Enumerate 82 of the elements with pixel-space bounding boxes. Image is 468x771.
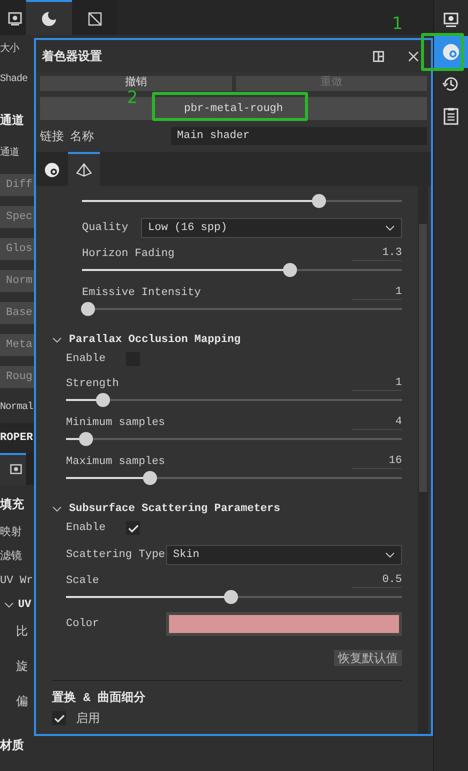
checkbox-label: 启用 [76, 710, 100, 726]
name-field[interactable]: Main shader [171, 127, 427, 145]
property-label: 映射 [0, 525, 22, 541]
panel-tab[interactable] [0, 453, 26, 485]
field-label: Minimum samples [66, 417, 166, 429]
field-label: Strength [66, 378, 119, 390]
slider[interactable] [66, 393, 402, 407]
value-field[interactable]: 1 [352, 377, 402, 391]
value-field[interactable]: 4 [352, 416, 402, 430]
monitor-gear-icon [10, 463, 22, 477]
crop-icon [87, 10, 103, 26]
clipboard-icon [443, 107, 459, 125]
field-label: Enable [66, 522, 107, 534]
value-field[interactable]: 1 [352, 286, 402, 300]
section-title: 置换 & 曲面细分 [52, 690, 147, 707]
dropdown[interactable]: Low (16 spp) [141, 218, 402, 238]
property-label: 偏 [15, 694, 28, 711]
pyramid-icon [76, 163, 92, 177]
field-label: Horizon Fading [82, 248, 174, 260]
checkbox[interactable] [126, 521, 140, 535]
close-icon[interactable] [408, 50, 419, 62]
property-label: Shade [0, 72, 28, 87]
chevron-down-icon [385, 225, 395, 231]
property-label: 滤镜 [0, 549, 22, 565]
checkmark-icon [128, 524, 138, 532]
property-label: 大小 [0, 42, 19, 57]
slider[interactable] [82, 302, 402, 316]
field-label: Scattering Type [66, 549, 166, 561]
field-label: 链接 [40, 128, 64, 144]
sphere-gear-icon [442, 43, 460, 61]
slider-thumb[interactable] [96, 393, 110, 407]
dialog-tab[interactable] [68, 152, 100, 186]
property-label: UV Wr [0, 574, 34, 589]
field-label: Enable [66, 353, 107, 365]
history-button[interactable]: 撤销 [40, 76, 232, 91]
slider-thumb[interactable] [312, 194, 326, 208]
moon-icon [41, 10, 57, 26]
value-field[interactable]: 16 [352, 455, 402, 469]
property-label: 旋 [15, 659, 28, 676]
slider[interactable] [66, 432, 402, 446]
split-panel-icon[interactable] [373, 50, 384, 62]
slider[interactable] [82, 194, 402, 208]
history-icon [442, 75, 460, 93]
slider-thumb[interactable] [81, 302, 96, 316]
monitor-gear-icon [8, 10, 22, 26]
field-label: Maximum samples [66, 456, 166, 468]
slider[interactable] [66, 471, 402, 485]
chevron-icon[interactable] [52, 337, 62, 343]
restore-defaults-button[interactable]: 恢复默认值 [334, 650, 402, 666]
annotation-number: 1 [392, 14, 403, 34]
property-label: Normal [0, 400, 34, 415]
slider-thumb[interactable] [143, 471, 157, 485]
checkmark-icon [54, 714, 64, 722]
slider-thumb[interactable] [224, 590, 238, 604]
slider[interactable] [82, 263, 402, 277]
value-field[interactable]: 1.3 [352, 247, 402, 261]
section-title: Parallax Occlusion Mapping [69, 334, 241, 346]
property-label: 比 [15, 624, 28, 641]
section-title: Subsurface Scattering Parameters [69, 503, 280, 515]
chevron-down-icon [385, 552, 395, 558]
field-label: Scale [66, 575, 100, 587]
slider[interactable] [66, 590, 402, 604]
field-label: Quality [82, 222, 130, 234]
chevron-down-icon [4, 602, 14, 608]
chevron-icon[interactable] [52, 506, 62, 512]
dialog-title: 着色器设置 [42, 48, 103, 64]
monitor-gear-icon [443, 12, 459, 28]
slider-thumb[interactable] [283, 263, 297, 277]
section-heading: 通道 [0, 112, 24, 130]
property-label: 通道 [0, 146, 19, 161]
section-heading: UV [18, 599, 32, 611]
field-label: Color [66, 618, 100, 630]
value-field[interactable]: 0.5 [352, 574, 402, 588]
field-label: 名称 [70, 128, 94, 144]
dropdown[interactable]: Skin [166, 545, 402, 565]
scrollbar[interactable] [418, 186, 428, 734]
sphere-gear-icon [44, 162, 60, 178]
checkbox[interactable] [52, 711, 66, 725]
panel-tab[interactable] [26, 0, 72, 35]
slider-thumb[interactable] [79, 432, 94, 446]
field-label: Emissive Intensity [82, 287, 201, 299]
annotation-frame [421, 33, 464, 71]
